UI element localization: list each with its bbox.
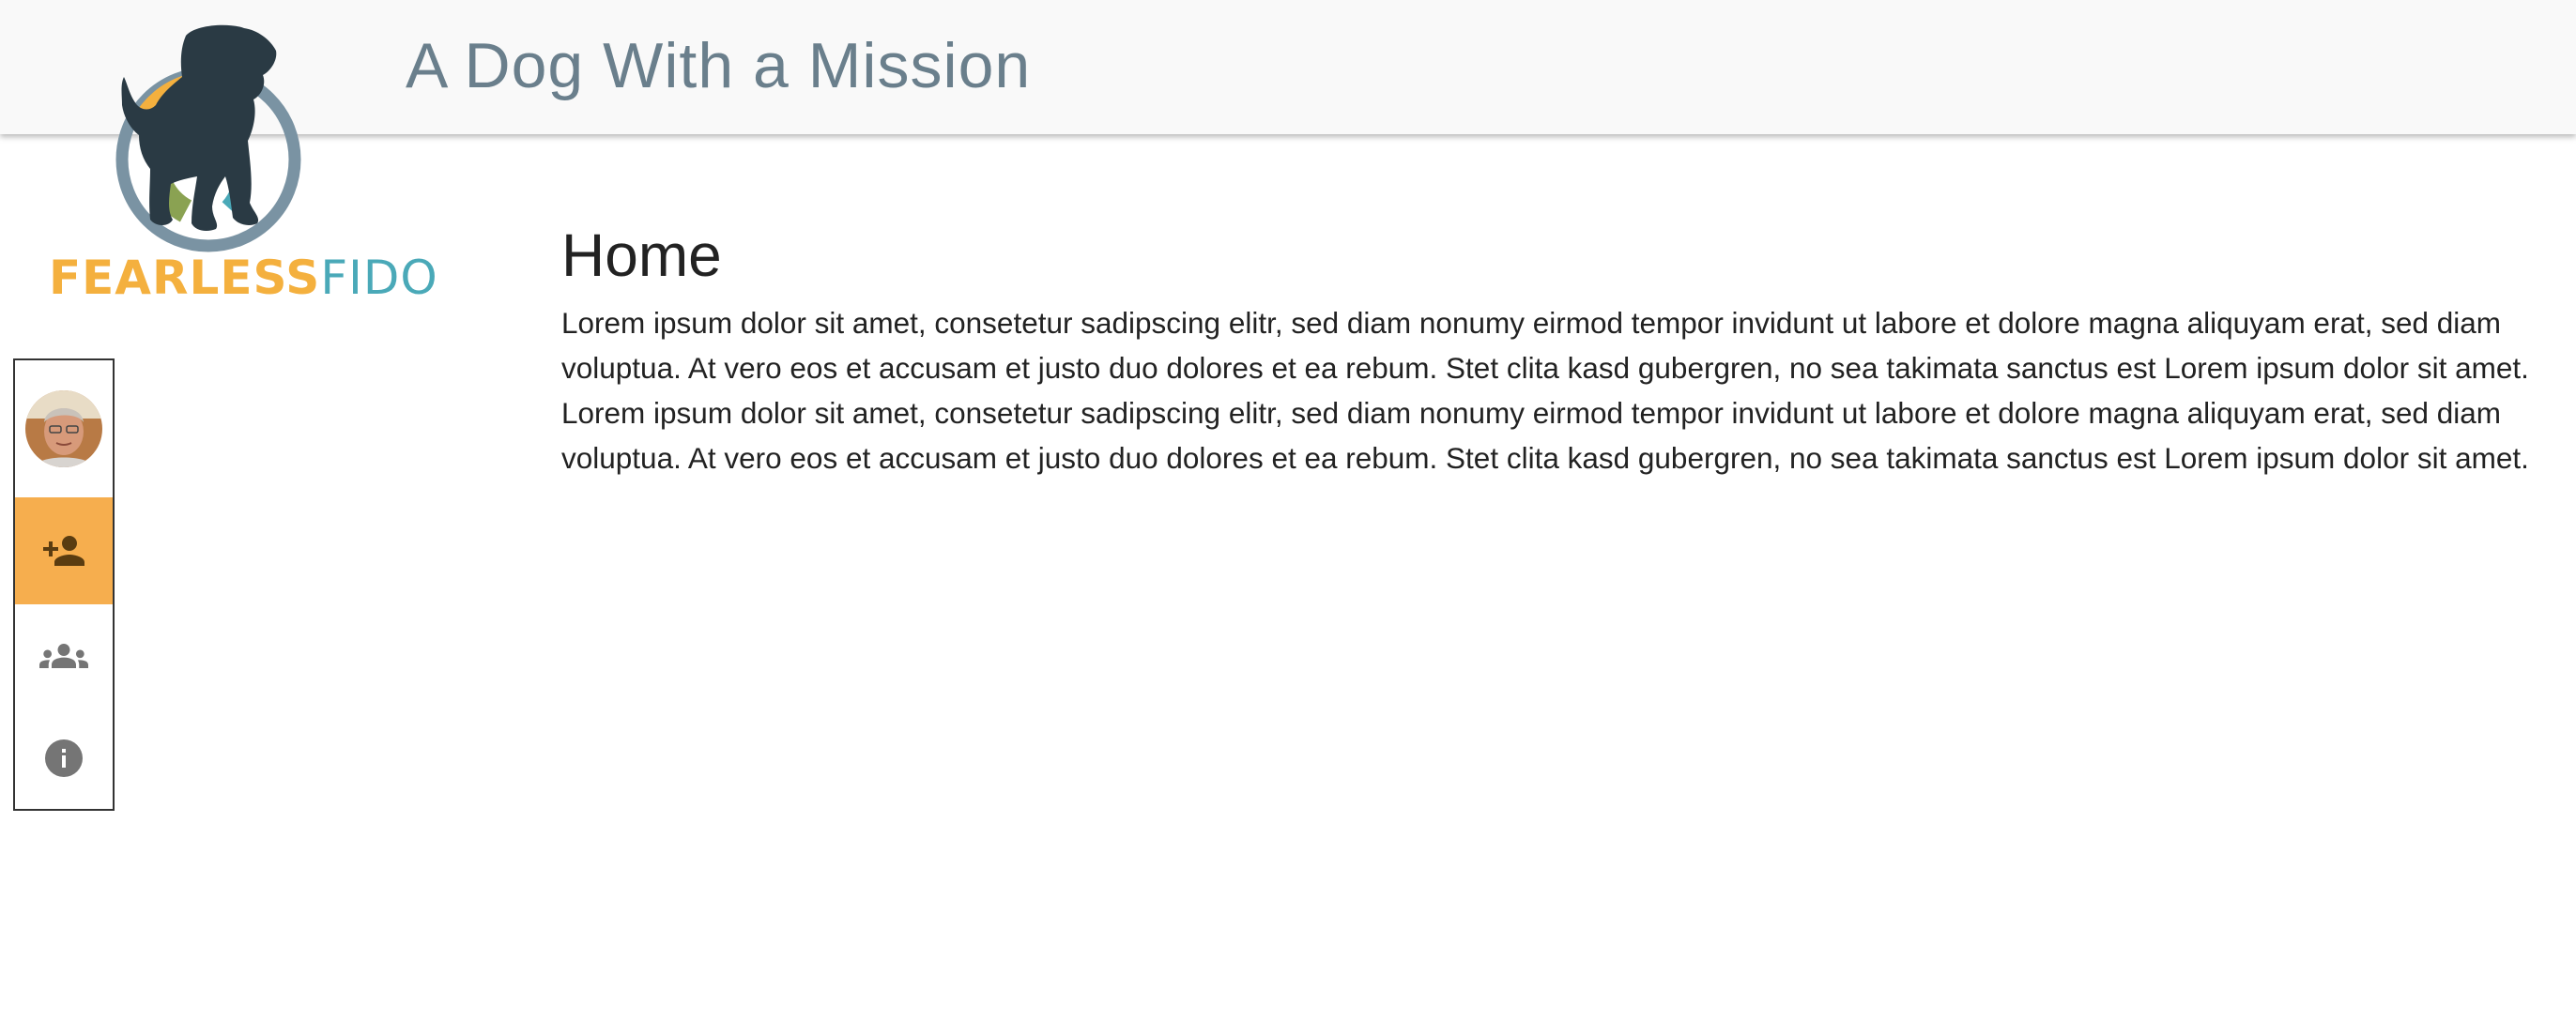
dog-logo-icon — [115, 24, 301, 252]
page-body-text: Lorem ipsum dolor sit amet, consetetur s… — [561, 306, 2529, 475]
page-title: Home — [561, 221, 722, 289]
info-icon — [41, 736, 86, 781]
sidebar-item-group[interactable] — [15, 604, 113, 708]
sidebar-item-profile[interactable] — [15, 360, 113, 497]
logo-word-fearless: FEARLESS — [49, 251, 321, 305]
avatar-image — [25, 390, 102, 467]
person-add-icon — [41, 528, 86, 573]
group-icon — [39, 632, 88, 680]
header-title: A Dog With a Mission — [406, 30, 1032, 101]
main-content: Home Lorem ipsum dolor sit amet, consete… — [561, 216, 2542, 480]
logo-word-fido: FIDO — [320, 251, 438, 305]
logo-wordmark: FEARLESSFIDO — [49, 250, 438, 306]
user-avatar[interactable] — [25, 390, 102, 467]
sidebar-item-add-person[interactable] — [15, 497, 113, 604]
sidebar-item-info[interactable] — [15, 708, 113, 809]
fearless-fido-logo[interactable]: FEARLESSFIDO — [45, 19, 437, 305]
side-nav — [13, 358, 115, 811]
